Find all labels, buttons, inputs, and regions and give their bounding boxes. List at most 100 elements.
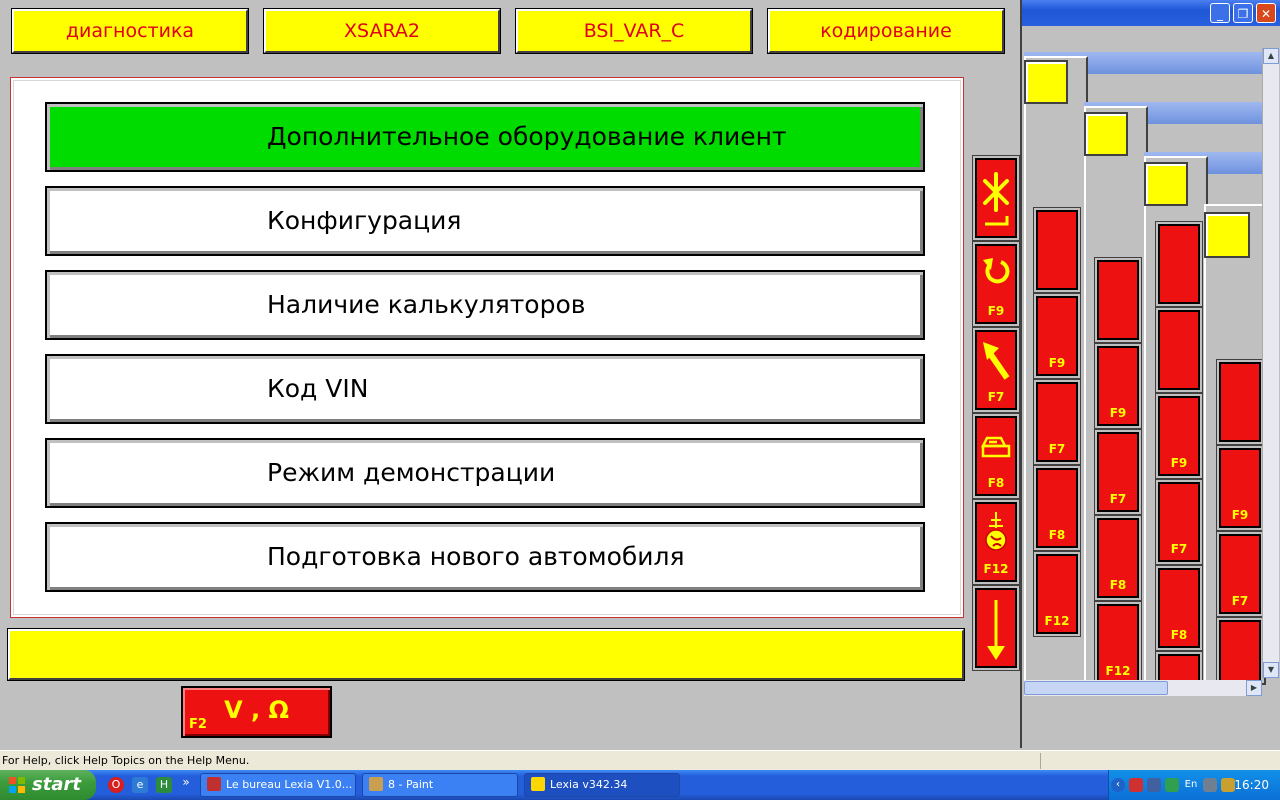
paint-app-icon	[369, 777, 383, 791]
validate-button[interactable]	[975, 158, 1017, 238]
task-lexia-v342[interactable]: Lexia v342.34	[524, 773, 680, 797]
bg-key-label: F12	[1105, 664, 1131, 678]
measure-button[interactable]: V , Ω F2	[181, 686, 332, 738]
status-help-text: For Help, click Help Topics on the Help …	[2, 754, 250, 767]
bg-key-label: F9	[1170, 456, 1188, 470]
f12-key-label: F12	[983, 562, 1009, 576]
tray-network-icon[interactable]	[1165, 778, 1179, 792]
menu-item-vin-code[interactable]: Код VIN	[45, 354, 925, 424]
start-label: start	[32, 774, 81, 795]
bg-key-label: F7	[1170, 542, 1188, 556]
bg-help-button: F12	[1097, 604, 1139, 680]
bg-key-label: F7	[1048, 442, 1066, 456]
bg-validate-button	[1219, 362, 1261, 442]
quicklaunch-app-icon[interactable]: H	[156, 777, 172, 793]
bg-back-button: F7	[1036, 382, 1078, 462]
scroll-up-icon[interactable]: ▲	[1263, 48, 1279, 64]
bg-repeat-button: F9	[1097, 346, 1139, 426]
bg-back-button: F7	[1219, 534, 1261, 614]
volume-icon[interactable]	[1203, 778, 1217, 792]
language-indicator[interactable]: En	[1183, 778, 1199, 792]
bg-validate-button	[1036, 210, 1078, 290]
lexia-app-icon	[531, 777, 545, 791]
bg-back-button: F7	[1097, 432, 1139, 512]
menu-item-configuration[interactable]: Конфигурация	[45, 186, 925, 256]
tab-diagnostics[interactable]: диагностика	[12, 9, 248, 53]
f2-key-label: F2	[189, 717, 207, 732]
bg-key-label: F7	[1109, 492, 1127, 506]
tab-vehicle[interactable]: XSARA2	[264, 9, 500, 53]
taskbar: start O e H » Le bureau Lexia V1.0... 8 …	[0, 770, 1280, 800]
opera-icon[interactable]: O	[108, 777, 124, 793]
bg-print-button: F8	[1219, 620, 1261, 680]
tray-expand-icon[interactable]: ‹	[1111, 778, 1125, 792]
bg-key-label: F12	[1044, 614, 1070, 628]
task-label: Lexia v342.34	[550, 778, 628, 791]
ie-icon[interactable]: e	[132, 777, 148, 793]
menu-item-demo-mode[interactable]: Режим демонстрации	[45, 438, 925, 508]
tab-coding[interactable]: кодирование	[768, 9, 1004, 53]
scroll-down-button[interactable]	[975, 588, 1017, 668]
start-button[interactable]: start	[0, 770, 96, 800]
task-label: Le bureau Lexia V1.0...	[226, 778, 353, 791]
task-lexia-desktop[interactable]: Le bureau Lexia V1.0...	[200, 773, 356, 797]
bg-repeat-button: F9	[1036, 296, 1078, 376]
bg-key-label: F7	[1231, 594, 1249, 608]
tray-device-icon[interactable]	[1147, 778, 1161, 792]
f7-key-label: F7	[987, 390, 1005, 404]
bg-print-button: F8	[1158, 568, 1200, 648]
lexia-main-window: диагностика XSARA2 BSI_VAR_C кодирование…	[0, 0, 1022, 748]
scroll-down-icon[interactable]: ▼	[1263, 662, 1279, 678]
status-help-bar: For Help, click Help Topics on the Help …	[0, 750, 1280, 770]
tray-app-icon[interactable]	[1129, 778, 1143, 792]
lexia-app-icon	[207, 777, 221, 791]
bg-back-button: F7	[1158, 482, 1200, 562]
task-paint[interactable]: 8 - Paint	[362, 773, 518, 797]
windows-logo-icon	[9, 777, 25, 793]
bg-up-button	[1158, 224, 1200, 304]
clock: 16:20	[1234, 778, 1269, 792]
scroll-thumb[interactable]	[1024, 681, 1168, 695]
arrow-up-left-icon	[983, 342, 1010, 380]
repeat-button[interactable]: F9	[975, 244, 1017, 324]
menu-item-new-vehicle-prep[interactable]: Подготовка нового автомобиля	[45, 522, 925, 592]
menu-item-label: Наличие калькуляторов	[267, 290, 586, 319]
help-button[interactable]: F12	[975, 502, 1017, 582]
bg-key-label: F9	[1109, 406, 1127, 420]
menu-item-customer-options[interactable]: Дополнительное оборудование клиент	[45, 102, 925, 172]
asterisk-enter-icon	[983, 172, 1009, 226]
bg-print-button: F8	[1097, 518, 1139, 598]
bg-repeat-button: F9	[1219, 448, 1261, 528]
horizontal-scrollbar[interactable]: ▶	[1024, 680, 1262, 696]
tray-tool-icon[interactable]	[1221, 778, 1235, 792]
bg-key-label: F8	[1048, 528, 1066, 542]
menu-item-label: Дополнительное оборудование клиент	[267, 122, 787, 151]
system-tray: ‹ En 16:20	[1108, 770, 1280, 800]
menu-item-label: Подготовка нового автомобиля	[267, 542, 685, 571]
arrow-down-icon	[987, 600, 1005, 660]
menu-item-label: Код VIN	[267, 374, 369, 403]
menu-item-label: Режим демонстрации	[267, 458, 556, 487]
quicklaunch-overflow-icon[interactable]: »	[178, 774, 194, 790]
bg-key-label: F9	[1231, 508, 1249, 522]
bg-validate-button	[1158, 310, 1200, 390]
repeat-icon	[983, 258, 1010, 284]
bg-repeat-button: F9	[1158, 396, 1200, 476]
menu-item-label: Конфигурация	[267, 206, 462, 235]
bg-help-button: F12	[1158, 654, 1200, 680]
f9-key-label: F9	[987, 304, 1005, 318]
bg-key-label: F9	[1048, 356, 1066, 370]
bg-key-label: F8	[1109, 578, 1127, 592]
globe-help-icon	[985, 512, 1007, 551]
bg-help-button: F12	[1036, 554, 1078, 634]
bg-print-button: F8	[1036, 468, 1078, 548]
print-button[interactable]: F8	[975, 416, 1017, 496]
back-button[interactable]: F7	[975, 330, 1017, 410]
vertical-scrollbar[interactable]: ▲ ▼	[1262, 48, 1279, 678]
printer-icon	[981, 436, 1011, 458]
bg-validate-button	[1097, 260, 1139, 340]
scroll-right-icon[interactable]: ▶	[1246, 680, 1262, 696]
menu-item-calculators[interactable]: Наличие калькуляторов	[45, 270, 925, 340]
f8-key-label: F8	[987, 476, 1005, 490]
tab-ecu[interactable]: BSI_VAR_C	[516, 9, 752, 53]
